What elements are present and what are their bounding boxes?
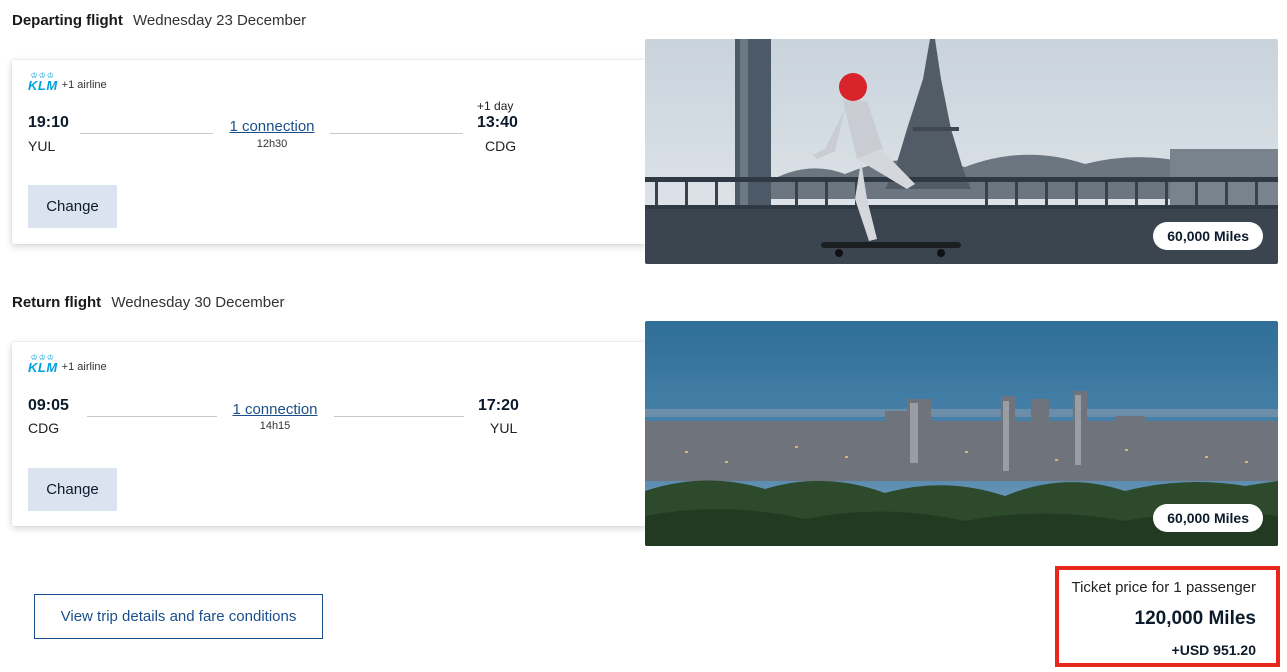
departure-airport: YUL — [28, 138, 56, 154]
route-line-right — [330, 133, 463, 134]
klm-logo: ♔♔♔ KLM — [28, 353, 58, 375]
departure-airport: CDG — [28, 420, 60, 436]
extra-airlines-count: +1 airline — [61, 361, 107, 373]
departing-miles-badge: 60,000 Miles — [1153, 222, 1263, 250]
paris-photo: 60,000 Miles — [645, 39, 1278, 264]
departing-flight-heading: Departing flight Wednesday 23 December — [12, 12, 306, 29]
route-line-left — [80, 133, 213, 134]
ticket-price-summary: Ticket price for 1 passenger 120,000 Mil… — [1055, 566, 1280, 667]
extra-airlines-count: +1 airline — [61, 79, 107, 91]
ticket-price-cash: +USD 951.20 — [1171, 642, 1256, 658]
flight-duration: 12h30 — [256, 138, 288, 150]
route-line-right — [334, 416, 464, 417]
airline-info: ♔♔♔ KLM +1 airline — [28, 353, 107, 375]
route-line-left — [87, 416, 217, 417]
change-departing-button[interactable]: Change — [28, 185, 117, 228]
return-miles-badge: 60,000 Miles — [1153, 504, 1263, 532]
return-flight-card: ♔♔♔ KLM +1 airline 09:05 CDG 1 connectio… — [12, 342, 646, 526]
return-flight-label: Return flight — [12, 294, 102, 311]
plus-day-indicator: +1 day — [477, 99, 514, 113]
arrival-airport: YUL — [490, 420, 518, 436]
arrival-time: 13:40 — [477, 114, 518, 131]
connection-link[interactable]: 1 connection — [215, 401, 335, 418]
montreal-photo: 60,000 Miles — [645, 321, 1278, 546]
view-trip-details-button[interactable]: View trip details and fare conditions — [34, 594, 323, 639]
return-flight-date: Wednesday 30 December — [111, 294, 285, 311]
arrival-time: 17:20 — [478, 397, 519, 414]
connection-link[interactable]: 1 connection — [212, 118, 332, 135]
departure-time: 19:10 — [28, 114, 69, 131]
departing-flight-label: Departing flight — [12, 12, 123, 29]
arrival-airport: CDG — [485, 138, 517, 154]
ticket-price-label: Ticket price for 1 passenger — [1071, 579, 1256, 596]
return-flight-heading: Return flight Wednesday 30 December — [12, 294, 284, 311]
change-return-button[interactable]: Change — [28, 468, 117, 511]
departure-time: 09:05 — [28, 397, 69, 414]
departing-flight-date: Wednesday 23 December — [133, 12, 307, 29]
flight-duration: 14h15 — [259, 420, 291, 432]
ticket-price-miles: 120,000 Miles — [1134, 608, 1256, 629]
klm-logo: ♔♔♔ KLM — [28, 71, 58, 93]
airline-info: ♔♔♔ KLM +1 airline — [28, 71, 107, 93]
departing-flight-card: ♔♔♔ KLM +1 airline 19:10 YUL 1 connectio… — [12, 60, 646, 244]
